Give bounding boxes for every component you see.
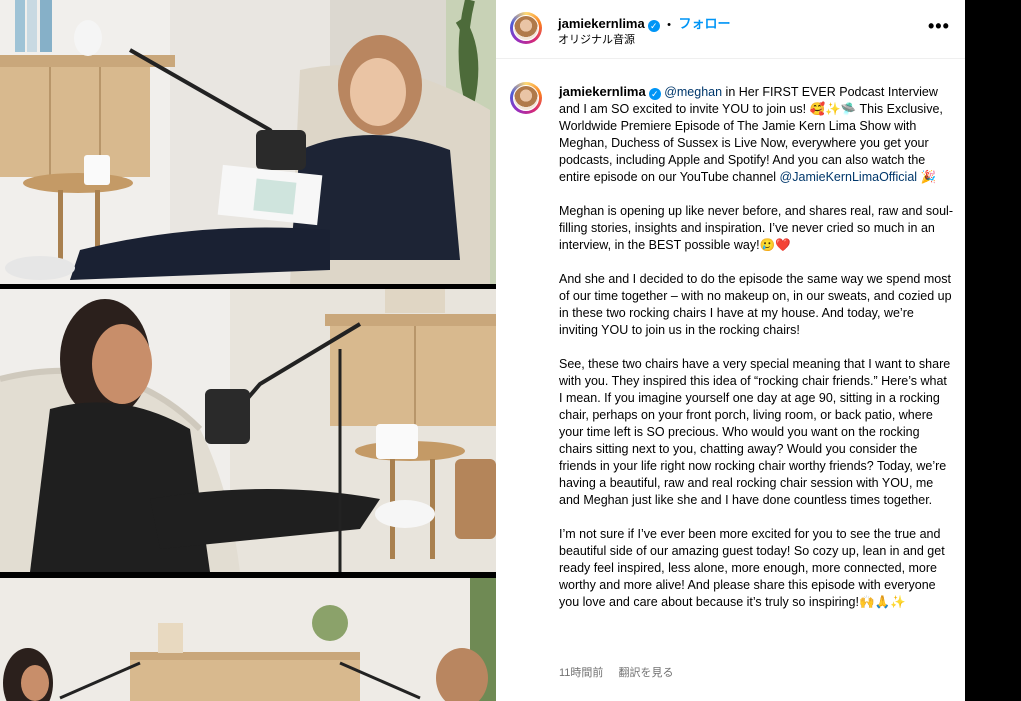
more-options-icon[interactable]: ••• <box>928 16 950 37</box>
mention-meghan-link[interactable]: @meghan <box>664 85 722 99</box>
post-header: jamiekernlima ✓ • フォロー オリジナル音源 ••• <box>496 0 965 59</box>
see-translation-link[interactable]: 翻訳を見る <box>618 667 673 679</box>
caption-meta: 11時間前 翻訳を見る <box>559 664 685 680</box>
verified-badge-icon: ✓ <box>647 20 660 32</box>
caption-paragraph-5: I’m not sure if I’ve ever been more exci… <box>559 527 945 609</box>
caption-text-1b: 🎉 <box>917 170 937 184</box>
page-backdrop <box>965 0 1021 701</box>
audio-label[interactable]: オリジナル音源 <box>558 31 635 47</box>
caption-verified-icon: ✓ <box>648 88 661 100</box>
post-timestamp[interactable]: 11時間前 <box>559 667 603 679</box>
caption-username[interactable]: jamiekernlima <box>559 84 646 99</box>
caption-avatar[interactable] <box>510 82 542 114</box>
caption-paragraph-3: And she and I decided to do the episode … <box>559 272 952 337</box>
video-frame-guest <box>0 289 496 572</box>
video-frame-wide <box>0 578 496 701</box>
header-username[interactable]: jamiekernlima <box>558 16 645 31</box>
post-caption: jamiekernlima ✓ @meghan in Her FIRST EVER… <box>559 83 953 628</box>
caption-paragraph-2: Meghan is opening up like never before, … <box>559 204 953 252</box>
mention-youtube-link[interactable]: @JamieKernLimaOfficial <box>780 170 918 184</box>
video-player[interactable] <box>0 0 496 701</box>
follow-button[interactable]: フォロー <box>678 16 730 31</box>
caption-paragraph-1: jamiekernlima ✓ @meghan in Her FIRST EVER… <box>559 83 953 186</box>
video-frame-host <box>0 0 496 284</box>
separator-dot: • <box>667 19 672 31</box>
caption-paragraph-4: See, these two chairs have a very specia… <box>559 357 951 507</box>
profile-avatar[interactable] <box>510 12 542 44</box>
post-sidebar: jamiekernlima ✓ • フォロー オリジナル音源 ••• jamiek… <box>496 0 965 701</box>
